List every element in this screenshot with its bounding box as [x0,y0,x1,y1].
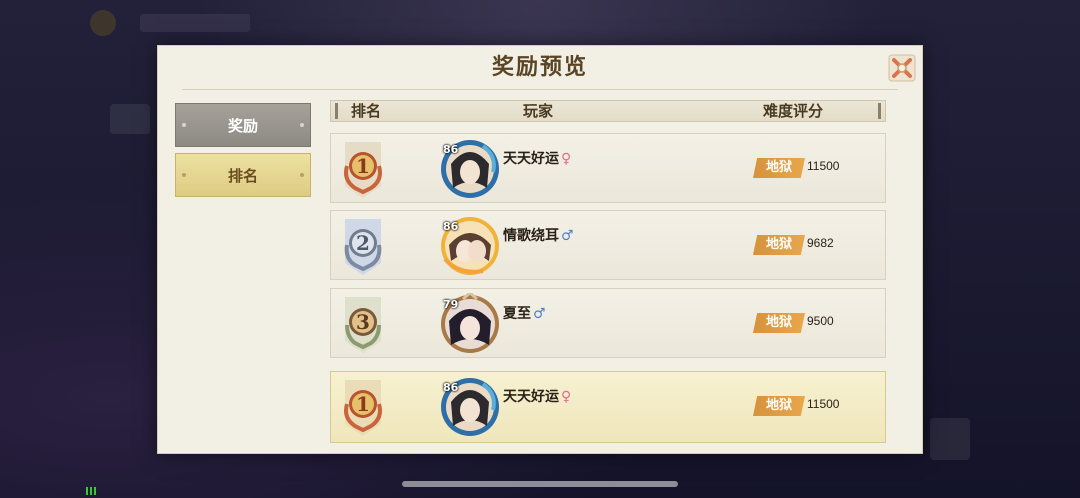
header-player: 玩家 [523,102,554,120]
female-icon: ♀ [561,389,572,405]
player-level: 86 [443,381,459,394]
header-cap [878,103,881,119]
table-row[interactable]: 2 86 情歌绕耳 ♂ 地狱 9682 [330,210,886,280]
player-name-line: 天天好运 ♀ [503,386,571,406]
panel-title: 奖励预览 [491,54,588,80]
score-value: 9682 [807,236,834,250]
table-header: 排名 玩家 难度评分 [330,100,886,122]
table-row[interactable]: 1 86 天天好运 ♀ 地狱 11500 [330,133,886,203]
signal-icon [86,487,98,495]
reward-preview-panel: 奖励预览 奖励 排名 排名 玩家 难度评分 1 86 天天好运 ♀ 地狱 115… [157,45,923,454]
background-title-blur [140,14,250,32]
player-name-line: 情歌绕耳 ♂ [503,225,574,245]
home-indicator[interactable] [402,481,678,487]
player-name: 天天好运 [503,151,559,167]
rank-number: 1 [356,392,370,416]
tab-ranking[interactable]: 排名 [175,153,311,197]
header-cap [335,103,338,119]
male-icon: ♂ [533,306,546,322]
tab-decor-dot [182,123,186,127]
rank-number: 1 [356,154,370,178]
player-level: 79 [443,298,459,311]
background-button-blur [930,418,970,460]
female-icon: ♀ [561,151,572,167]
my-rank-row[interactable]: 1 86 天天好运 ♀ 地狱 11500 [330,371,886,443]
score-value: 11500 [807,397,840,411]
background-back-icon [90,10,116,36]
header-rank: 排名 [351,102,382,120]
rank-1-badge-icon: 1 [344,142,382,198]
rank-2-badge-icon: 2 [344,219,382,275]
tab-ranking-label: 排名 [227,167,258,185]
table-row[interactable]: 3 79 夏至 ♂ 地狱 9500 [330,288,886,358]
tab-decor-dot [300,123,304,127]
tab-reward-label: 奖励 [227,117,258,135]
title-divider [182,89,898,90]
player-name: 情歌绕耳 [503,228,559,244]
tab-reward[interactable]: 奖励 [175,103,311,147]
player-level: 86 [443,220,459,233]
player-name-line: 天天好运 ♀ [503,148,571,168]
player-level: 86 [443,143,459,156]
rank-1-badge-icon: 1 [344,380,382,436]
male-icon: ♂ [561,228,574,244]
difficulty-tag: 地狱 [753,235,805,255]
rank-number: 2 [356,231,370,255]
tab-decor-dot [300,173,304,177]
player-name-line: 夏至 ♂ [503,303,546,323]
difficulty-tag: 地狱 [753,396,805,416]
difficulty-tag: 地狱 [753,158,805,178]
rank-3-badge-icon: 3 [345,297,381,353]
background-side-element [110,104,150,134]
close-icon[interactable] [888,54,916,82]
player-name: 天天好运 [503,389,559,405]
tab-decor-dot [182,173,186,177]
rank-number: 3 [356,310,370,334]
header-score: 难度评分 [763,102,824,120]
player-name: 夏至 [503,306,531,322]
score-value: 11500 [807,159,840,173]
difficulty-tag: 地狱 [753,313,805,333]
score-value: 9500 [807,314,834,328]
